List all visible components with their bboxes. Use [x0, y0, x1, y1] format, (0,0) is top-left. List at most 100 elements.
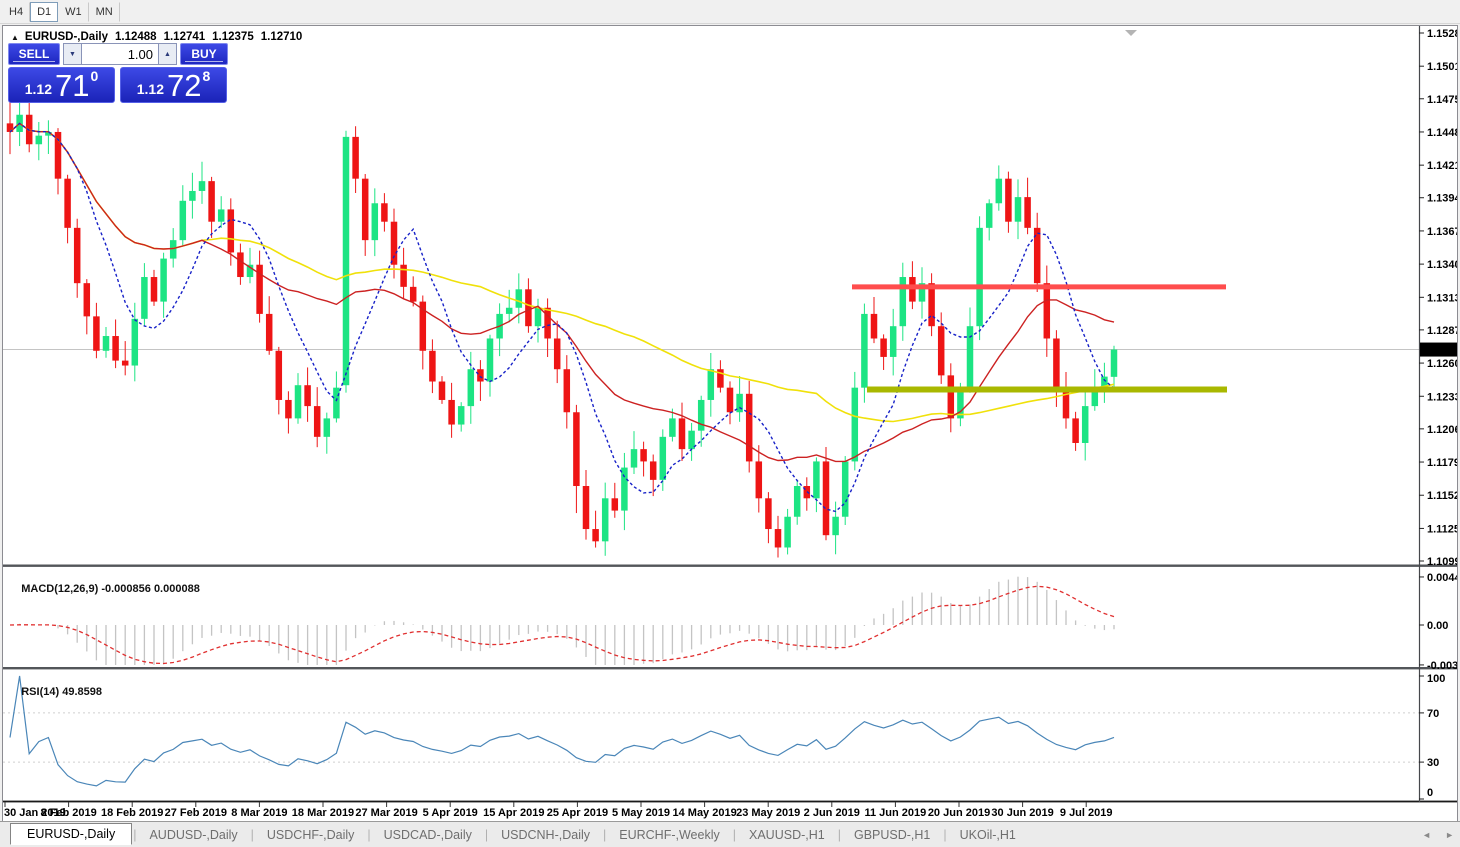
price-axis-label: 1.11255	[1427, 523, 1457, 535]
buy-price-sup: 8	[202, 68, 210, 84]
ohlc-open: 1.12488	[115, 31, 157, 43]
ohlc-low: 1.12375	[212, 31, 254, 43]
price-axis-label: 1.13675	[1427, 226, 1457, 238]
macd-indicator-label: MACD(12,26,9) -0.000856 0.000088	[9, 571, 200, 607]
rsi-indicator-label: RSI(14) 49.8598	[9, 674, 102, 710]
candle	[564, 369, 571, 412]
candle	[938, 326, 945, 375]
candle	[362, 179, 369, 240]
candle	[333, 388, 340, 419]
sell-button[interactable]: SELL	[8, 43, 60, 65]
buy-price-prefix: 1.12	[137, 82, 164, 96]
candle	[775, 529, 782, 547]
macd-name: MACD(12,26,9)	[21, 583, 98, 595]
candle	[93, 316, 100, 350]
candle	[468, 369, 475, 406]
rsi-name: RSI(14)	[21, 686, 59, 698]
tab-separator: |	[943, 828, 946, 842]
tab-separator: |	[733, 828, 736, 842]
tab-separator: |	[133, 828, 136, 842]
tab-separator: |	[485, 828, 488, 842]
sell-price-big: 71	[55, 73, 89, 99]
candle	[708, 369, 715, 400]
candle	[132, 319, 139, 366]
buy-button[interactable]: BUY	[180, 43, 228, 65]
price-axis-label: 1.11525	[1427, 490, 1457, 502]
candle	[410, 287, 417, 302]
tab-scroll-left-icon[interactable]: ◄	[1422, 830, 1431, 840]
price-axis-label: 1.12870	[1427, 325, 1457, 337]
tab-scroll-right-icon[interactable]: ►	[1445, 830, 1454, 840]
candle	[1024, 197, 1031, 228]
tab-gbpusd-h1[interactable]: GBPUSD-,H1	[842, 825, 942, 845]
candle	[1044, 283, 1051, 338]
price-axis-label: 1.12330	[1427, 391, 1457, 403]
candle	[967, 326, 974, 387]
tab-ukoil-h1[interactable]: UKOil-,H1	[948, 825, 1028, 845]
candle	[477, 369, 484, 381]
timeframe-button-mn[interactable]: MN	[89, 2, 120, 22]
price-axis-label: 1.12600	[1427, 358, 1457, 370]
tab-audusd-daily[interactable]: AUDUSD-,Daily	[137, 825, 249, 845]
candle	[525, 289, 532, 326]
tab-eurchf-weekly[interactable]: EURCHF-,Weekly	[607, 825, 731, 845]
rsi-axis-label: 30	[1427, 757, 1439, 769]
tab-usdcad-daily[interactable]: USDCAD-,Daily	[372, 825, 484, 845]
rsi-value: 49.8598	[62, 686, 102, 698]
volume-increase-button[interactable]: ▲	[158, 43, 177, 65]
buy-price-box[interactable]: 1.12 72 8	[120, 67, 227, 103]
date-axis-label: 25 Apr 2019	[547, 807, 608, 819]
candle	[112, 336, 119, 361]
shift-end-marker-icon[interactable]	[1125, 30, 1137, 36]
candle	[84, 283, 91, 316]
macd-axis-label: 0.00	[1427, 620, 1448, 632]
candle	[871, 314, 878, 339]
candle	[948, 375, 955, 418]
tab-usdchf-daily[interactable]: USDCHF-,Daily	[255, 825, 367, 845]
candle	[324, 418, 331, 436]
macd-signal-value: 0.000088	[154, 583, 200, 595]
candle	[295, 385, 302, 418]
chevron-up-icon: ▲	[164, 51, 171, 58]
macd-main-value: -0.000856	[101, 583, 151, 595]
candle	[640, 449, 647, 461]
chart-tab-bar: EURUSD-,Daily|AUDUSD-,Daily|USDCHF-,Dail…	[0, 821, 1460, 847]
candle	[535, 308, 542, 326]
date-axis-label: 23 May 2019	[736, 807, 800, 819]
price-axis-label: 1.15015	[1427, 61, 1457, 73]
candle	[199, 181, 206, 191]
candle	[1072, 418, 1079, 443]
timeframe-button-d1[interactable]: D1	[30, 2, 58, 22]
date-axis-label: 5 May 2019	[612, 807, 670, 819]
price-axis-label: 1.14210	[1427, 160, 1457, 172]
candle	[151, 277, 158, 302]
rsi-axis-label: 70	[1427, 708, 1439, 720]
volume-input[interactable]: 1.00	[82, 43, 158, 65]
candle	[1053, 338, 1060, 387]
timeframe-button-h4[interactable]: H4	[2, 2, 30, 22]
tab-eurusd-daily[interactable]: EURUSD-,Daily	[10, 823, 132, 845]
panel-separator[interactable]	[3, 667, 1457, 669]
candle	[74, 228, 81, 283]
panel-separator[interactable]	[3, 565, 1457, 567]
volume-decrease-button[interactable]: ▼	[63, 43, 82, 65]
candle	[1082, 406, 1089, 443]
candle	[122, 361, 129, 366]
candle	[612, 498, 619, 510]
tab-xauusd-h1[interactable]: XAUUSD-,H1	[737, 825, 837, 845]
candle	[276, 351, 283, 400]
timeframe-button-w1[interactable]: W1	[58, 2, 89, 22]
current-price-badge-text: 1.12710	[1422, 345, 1457, 357]
collapse-triangle-icon[interactable]: ▲	[11, 33, 19, 42]
candle	[794, 486, 801, 517]
candle	[554, 338, 561, 369]
tab-usdcnh-daily[interactable]: USDCNH-,Daily	[489, 825, 602, 845]
chart-plot-area[interactable]: 1.152851.150151.147501.144801.142101.139…	[3, 26, 1457, 821]
candle	[400, 265, 407, 287]
candle	[602, 498, 609, 541]
sell-price-box[interactable]: 1.12 71 0	[8, 67, 115, 103]
tab-separator: |	[603, 828, 606, 842]
sell-price-prefix: 1.12	[25, 82, 52, 96]
price-axis-label: 1.12065	[1427, 424, 1457, 436]
candle	[1111, 350, 1118, 377]
